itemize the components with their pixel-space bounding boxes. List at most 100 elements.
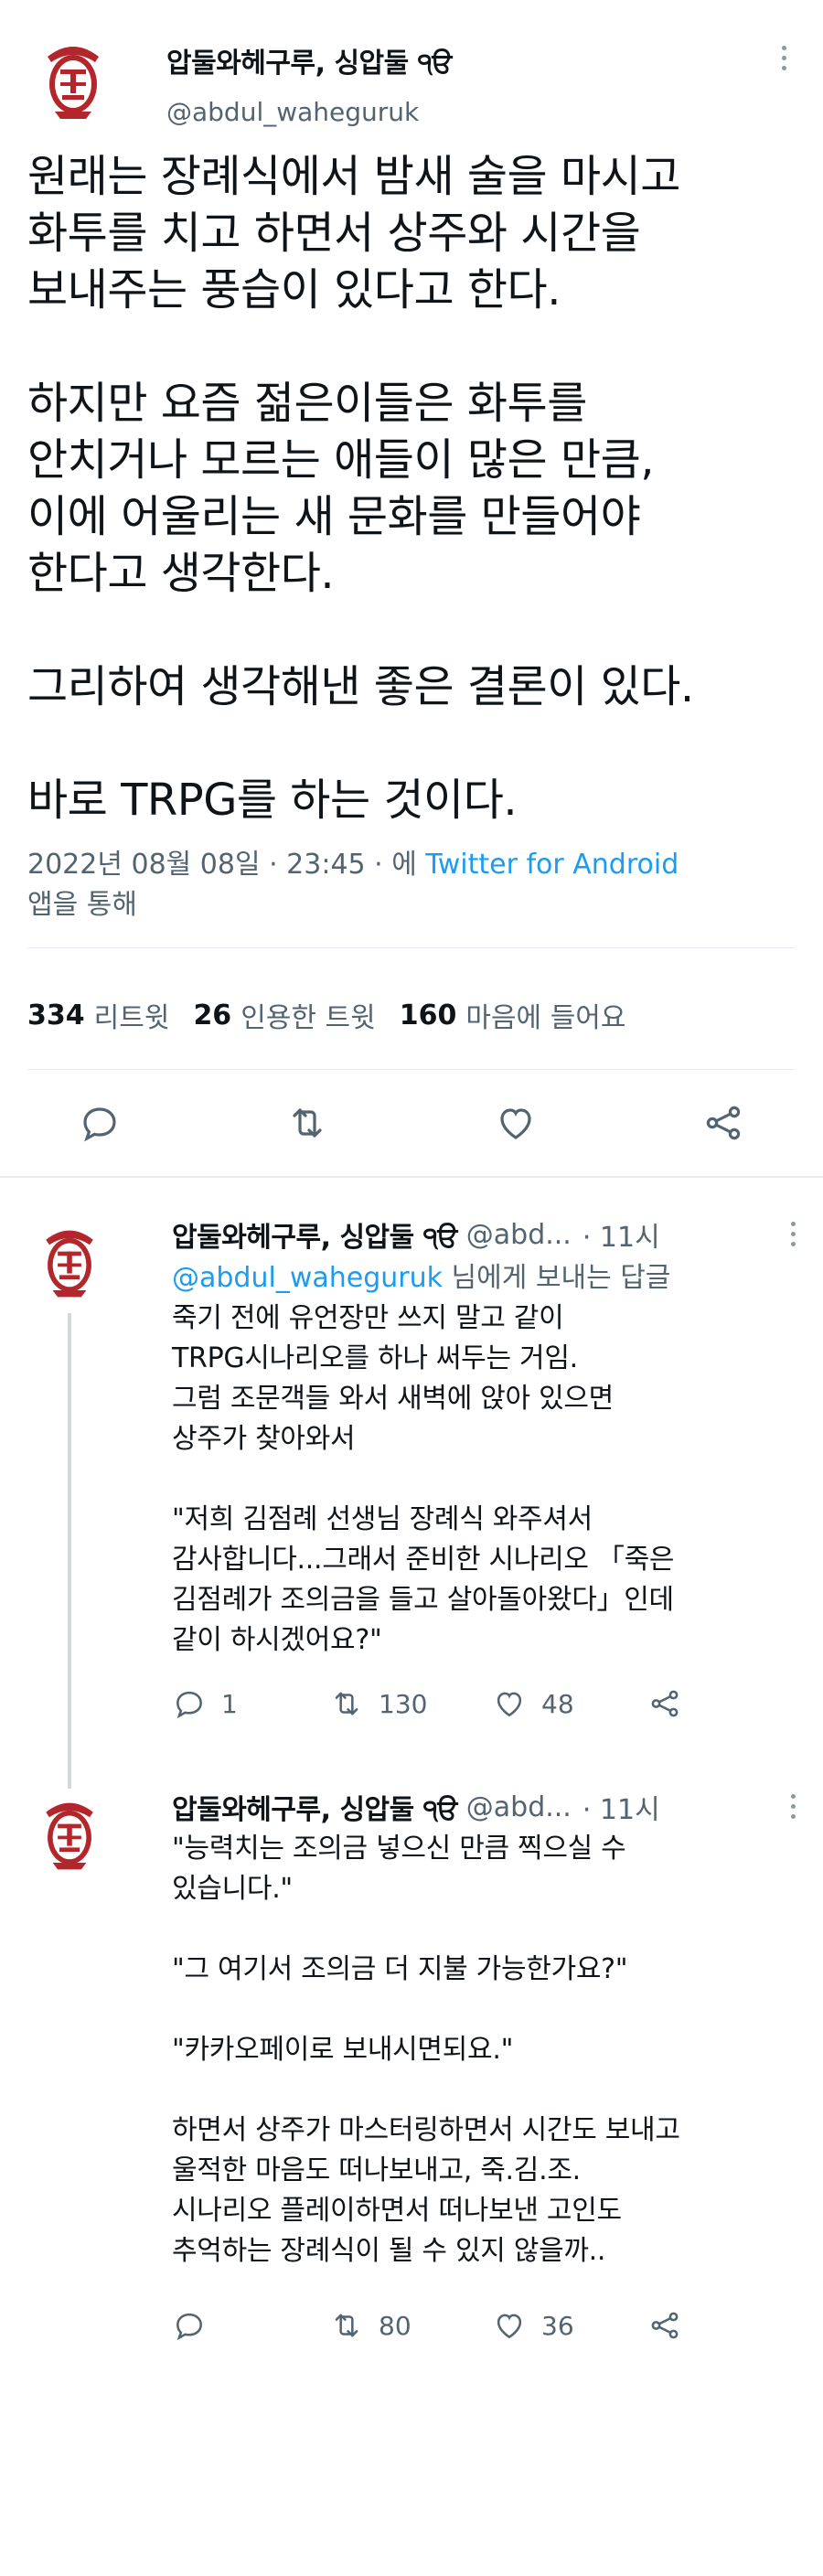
avatar[interactable]	[27, 31, 119, 123]
paragraph: "능력치는 조의금 넣으신 만큼 찍으실 수있습니다."	[172, 1829, 796, 1909]
author-handle[interactable]: @abd...	[466, 1219, 572, 1251]
likes-count[interactable]: 160	[400, 999, 457, 1031]
likes-label[interactable]: 마음에 들어요	[465, 995, 625, 1035]
text-line: 그럼 조문객들 와서 새벽에 앉아 있으면	[172, 1383, 614, 1415]
reply-icon[interactable]	[172, 1686, 207, 1721]
text-line: 보내주는 풍습이 있다고 한다.	[27, 264, 561, 315]
replying-to-suffix: 님에게 보내는 답글	[443, 1262, 671, 1294]
like-heart-icon[interactable]	[492, 1686, 527, 1721]
avatar-emblem-icon	[27, 1216, 112, 1300]
main-tweet-actions	[27, 1070, 796, 1176]
text-line: 상주가 찾아와서	[172, 1423, 356, 1455]
text-line: 원래는 장례식에서 밤새 술을 마시고	[27, 151, 680, 202]
text-line: TRPG시나리오를 하나 써두는 거임.	[172, 1342, 578, 1374]
share-icon[interactable]	[647, 1686, 682, 1721]
like-count: 36	[541, 2310, 574, 2341]
share-action[interactable]	[647, 1686, 682, 1721]
retweet-icon[interactable]	[329, 2308, 364, 2343]
reply-tweet[interactable]: 압둘와헤구루, 싱압둘 ੧ੳ @abd... · 11시 @abdul_wahe…	[0, 1178, 823, 1825]
share-icon[interactable]	[647, 2308, 682, 2343]
avatar-emblem-icon	[27, 31, 119, 123]
text-line: 감사합니다...그래서 준비한 시나리오 「죽은	[172, 1544, 675, 1576]
retweet-action[interactable]: 130	[329, 1686, 492, 1721]
text-line: 같이 하시겠어요?"	[172, 1624, 382, 1656]
more-options-icon[interactable]	[791, 1222, 796, 1246]
reply-icon[interactable]	[78, 1101, 122, 1145]
text-line: 바로 TRPG를 하는 것이다.	[27, 775, 518, 826]
paragraph: 바로 TRPG를 하는 것이다.	[27, 772, 796, 828]
reply-tweet[interactable]: 압둘와헤구루, 싱압둘 ੧ੳ @abd... · 11시 "능력치는 조의금 넣…	[0, 1721, 823, 2343]
reply-action[interactable]: 1	[172, 1686, 329, 1721]
tweet-source-link[interactable]: Twitter for Android	[425, 849, 679, 881]
text-line: 죽기 전에 유언장만 쓰지 말고 같이	[172, 1302, 564, 1334]
retweet-count: 80	[379, 2310, 412, 2341]
paragraph: 하지만 요즘 젊은이들은 화투를 안치거나 모르는 애들이 많은 만큼, 이에 어울…	[27, 375, 796, 602]
text-line: 있습니다."	[172, 1873, 293, 1905]
tweet-stats: 334 리트윗 26 인용한 트윗 160 마음에 들어요	[27, 961, 796, 1069]
main-tweet-text: 원래는 장례식에서 밤새 술을 마시고화투를 치고 하면서 상주와 시간을 보내주…	[27, 148, 796, 828]
retweet-icon[interactable]	[329, 1686, 364, 1721]
text-line: 추억하는 장례식이 될 수 있지 않을까..	[172, 2235, 606, 2267]
more-options-icon[interactable]	[782, 46, 786, 70]
paragraph: "저희 김점례 선생님 장례식 와주셔서 감사합니다...그래서 준비한 시나리오…	[172, 1500, 796, 1661]
replying-to-handle[interactable]: @abdul_waheguruk	[172, 1262, 443, 1294]
like-heart-icon[interactable]	[494, 1101, 538, 1145]
text-line: 시나리오 플레이하면서 떠나보낸 고인도	[172, 2195, 622, 2227]
reply-time[interactable]: · 11시	[583, 1787, 660, 1827]
author-handle[interactable]: @abd...	[466, 1791, 572, 1823]
tweet-thread-page: 압둘와헤구루, 싱압둘 ੧ੳ @abdul_waheguruk 원래는 장례식에…	[0, 0, 823, 2576]
like-action[interactable]: 36	[492, 2308, 647, 2343]
like-action[interactable]: 48	[492, 1686, 647, 1721]
avatar[interactable]	[27, 1789, 112, 1873]
quotes-count[interactable]: 26	[193, 999, 231, 1031]
reply-content: 압둘와헤구루, 싱압둘 ੧ੳ @abd... · 11시 @abdul_wahe…	[172, 1216, 796, 1721]
more-options-icon[interactable]	[791, 1794, 796, 1819]
retweets-count[interactable]: 334	[27, 999, 85, 1031]
tweet-timestamp[interactable]: 2022년 08월 08일 · 23:45 · 에	[27, 849, 425, 881]
reply-count: 1	[221, 1688, 238, 1719]
author-display-name[interactable]: 압둘와헤구루, 싱압둘 ੧ੳ	[172, 1787, 457, 1827]
text-line: 화투를 치고 하면서 상주와 시간을	[27, 208, 641, 259]
text-line: 하면서 상주가 마스터링하면서 시간도 보내고	[172, 2114, 680, 2146]
avatar-emblem-icon	[27, 1789, 112, 1873]
paragraph: 하면서 상주가 마스터링하면서 시간도 보내고울적한 마음도 떠나보내고, 죽.…	[172, 2111, 796, 2271]
reply-action[interactable]	[172, 2308, 329, 2343]
reply-actions: 80 36	[172, 2308, 796, 2343]
reply-icon[interactable]	[172, 2308, 207, 2343]
share-icon[interactable]	[701, 1101, 745, 1145]
text-line: 이에 어울리는 새 문화를 만들어야	[27, 491, 641, 542]
retweet-action[interactable]: 80	[329, 2308, 492, 2343]
text-line: 그리하여 생각해낸 좋은 결론이 있다.	[27, 661, 694, 712]
reply-time[interactable]: · 11시	[583, 1214, 660, 1255]
main-tweet-header: 압둘와헤구루, 싱압둘 ੧ੳ @abdul_waheguruk	[27, 0, 796, 128]
reply-header: 압둘와헤구루, 싱압둘 ੧ੳ @abd... · 11시	[172, 1787, 796, 1827]
author-handle[interactable]: @abdul_waheguruk	[166, 97, 452, 127]
paragraph: 죽기 전에 유언장만 쓰지 말고 같이 TRPG시나리오를 하나 써두는 거임. 그…	[172, 1299, 796, 1459]
text-line: 한다고 생각한다.	[27, 548, 335, 599]
paragraph: "카카오페이로 보내시면되요."	[172, 2030, 796, 2070]
share-action[interactable]	[647, 2308, 682, 2343]
paragraph: 원래는 장례식에서 밤새 술을 마시고화투를 치고 하면서 상주와 시간을 보내주…	[27, 148, 796, 318]
quotes-label[interactable]: 인용한 트윗	[240, 995, 376, 1035]
main-tweet: 압둘와헤구루, 싱압둘 ੧ੳ @abdul_waheguruk 원래는 장례식에…	[0, 0, 823, 1176]
author-display-name[interactable]: 압둘와헤구루, 싱압둘 ੧ੳ	[166, 40, 452, 80]
tweet-metadata: 2022년 08월 08일 · 23:45 · 에 Twitter for An…	[27, 845, 796, 925]
retweets-label[interactable]: 리트윗	[94, 995, 170, 1035]
text-line: 안치거나 모르는 애들이 많은 만큼,	[27, 434, 655, 486]
reply-text: 죽기 전에 유언장만 쓰지 말고 같이 TRPG시나리오를 하나 써두는 거임. 그…	[172, 1299, 796, 1661]
text-line: "능력치는 조의금 넣으신 만큼 찍으실 수	[172, 1833, 626, 1865]
paragraph: 그리하여 생각해낸 좋은 결론이 있다.	[27, 658, 796, 715]
text-line: 김점례가 조의금을 들고 살아돌아왔다」인데	[172, 1584, 674, 1616]
text-line: 울적한 마음도 떠나보내고, 죽.김.조.	[172, 2154, 581, 2186]
author-display-name[interactable]: 압둘와헤구루, 싱압둘 ੧ੳ	[172, 1214, 457, 1255]
paragraph: "그 여기서 조의금 더 지불 가능한가요?"	[172, 1950, 796, 1990]
main-author[interactable]: 압둘와헤구루, 싱압둘 ੧ੳ @abdul_waheguruk	[166, 40, 452, 127]
text-line: "카카오페이로 보내시면되요."	[172, 2034, 514, 2066]
like-count: 48	[541, 1688, 574, 1719]
divider	[27, 947, 796, 948]
tweet-via-label: 앱을 통해	[27, 889, 137, 921]
retweet-icon[interactable]	[285, 1101, 329, 1145]
avatar[interactable]	[27, 1216, 112, 1300]
reply-avatar-column	[27, 1789, 119, 2343]
like-heart-icon[interactable]	[492, 2308, 527, 2343]
